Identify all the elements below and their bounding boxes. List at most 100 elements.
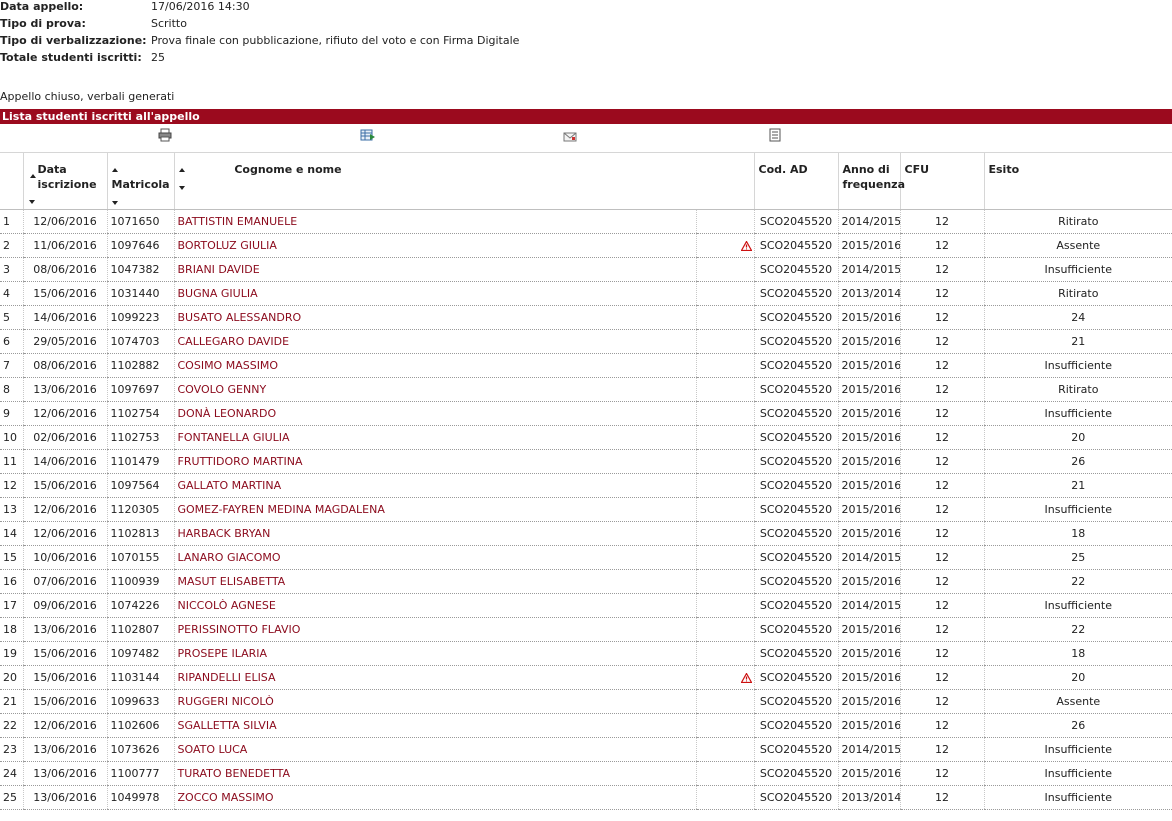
- sort-asc-icon[interactable]: [178, 168, 185, 172]
- student-name-link[interactable]: BATTISTIN EMANUELE: [178, 215, 298, 228]
- cell-esito: 26: [983, 713, 1172, 738]
- cell-warning: [695, 761, 754, 786]
- student-name-link[interactable]: BORTOLUZ GIULIA: [178, 239, 277, 252]
- info-value: Scritto: [151, 17, 187, 30]
- student-name-link[interactable]: NICCOLÒ AGNESE: [178, 599, 276, 612]
- student-name-link[interactable]: SOATO LUCA: [178, 743, 248, 756]
- cell-anno-frequenza: 2014/2015: [837, 257, 900, 282]
- table-row: 17 09/06/2016 1074226 NICCOLÒ AGNESE SCO2045…: [0, 593, 1172, 618]
- student-name-link[interactable]: GOMEZ-FAYREN MEDINA MAGDALENA: [178, 503, 385, 516]
- row-index: 12: [0, 473, 23, 498]
- header-matricola[interactable]: Matricola: [106, 152, 174, 210]
- email-icon[interactable]: [563, 131, 577, 145]
- student-name-link[interactable]: MASUT ELISABETTA: [178, 575, 286, 588]
- warning-icon[interactable]: [740, 241, 752, 251]
- header-label: Matricola: [111, 178, 170, 191]
- cell-matricola: 1074226: [106, 593, 174, 618]
- row-index: 6: [0, 329, 23, 354]
- student-name-link[interactable]: PERISSINOTTO FLAVIO: [178, 623, 301, 636]
- cell-data-iscrizione: 14/06/2016: [22, 449, 107, 474]
- student-name-link[interactable]: DONÀ LEONARDO: [178, 407, 277, 420]
- header-esito: Esito: [983, 152, 1172, 210]
- student-name-link[interactable]: RIPANDELLI ELISA: [178, 671, 276, 684]
- status-text: Appello chiuso, verbali generati: [0, 90, 175, 103]
- printer-icon[interactable]: [158, 128, 172, 142]
- table-row: 6 29/05/2016 1074703 CALLEGARO DAVIDE SCO204…: [0, 329, 1172, 354]
- cell-warning: [695, 473, 754, 498]
- sort-asc-icon[interactable]: [111, 168, 118, 172]
- cell-matricola: 1101479: [106, 449, 174, 474]
- cell-matricola: 1031440: [106, 281, 174, 306]
- document-list-icon[interactable]: [768, 128, 782, 142]
- cell-cognome-nome: COSIMO MASSIMO: [173, 353, 696, 378]
- table-row: 2 11/06/2016 1097646 BORTOLUZ GIULIA SCO2045…: [0, 233, 1172, 258]
- cell-warning: [695, 329, 754, 354]
- cell-cod-ad: SCO2045520: [753, 401, 838, 426]
- cell-matricola: 1070155: [106, 545, 174, 570]
- sort-asc-icon[interactable]: [29, 174, 36, 178]
- cell-cognome-nome: CALLEGARO DAVIDE: [173, 329, 696, 354]
- cell-cfu: 12: [899, 209, 984, 234]
- cell-cod-ad: SCO2045520: [753, 257, 838, 282]
- student-name-link[interactable]: TURATO BENEDETTA: [178, 767, 291, 780]
- cell-esito: 25: [983, 545, 1172, 570]
- sort-desc-icon[interactable]: [28, 200, 35, 204]
- table-row: 15 10/06/2016 1070155 LANARO GIACOMO SCO2045…: [0, 545, 1172, 570]
- cell-esito: Ritirato: [983, 281, 1172, 306]
- student-name-link[interactable]: FRUTTIDORO MARTINA: [178, 455, 303, 468]
- student-name-link[interactable]: PROSEPE ILARIA: [178, 647, 268, 660]
- cell-cod-ad: SCO2045520: [753, 665, 838, 690]
- cell-esito: Assente: [983, 689, 1172, 714]
- student-name-link[interactable]: SGALLETTA SILVIA: [178, 719, 277, 732]
- student-name-link[interactable]: COSIMO MASSIMO: [178, 359, 279, 372]
- cell-cfu: 12: [899, 353, 984, 378]
- warning-icon[interactable]: [740, 673, 752, 683]
- student-name-link[interactable]: BUGNA GIULIA: [178, 287, 258, 300]
- table-row: 24 13/06/2016 1100777 TURATO BENEDETTA SCO20…: [0, 761, 1172, 786]
- student-name-link[interactable]: GALLATO MARTINA: [178, 479, 282, 492]
- row-index: 23: [0, 737, 23, 762]
- cell-anno-frequenza: 2015/2016: [837, 377, 900, 402]
- header-label: Esito: [988, 163, 1020, 176]
- row-index: 8: [0, 377, 23, 402]
- cell-matricola: 1100939: [106, 569, 174, 594]
- cell-cfu: 12: [899, 425, 984, 450]
- cell-anno-frequenza: 2015/2016: [837, 761, 900, 786]
- cell-esito: Insufficiente: [983, 497, 1172, 522]
- student-name-link[interactable]: HARBACK BRYAN: [178, 527, 271, 540]
- student-name-link[interactable]: COVOLO GENNY: [178, 383, 267, 396]
- student-name-link[interactable]: CALLEGARO DAVIDE: [178, 335, 290, 348]
- table-row: 4 15/06/2016 1031440 BUGNA GIULIA SCO2045520…: [0, 281, 1172, 306]
- cell-anno-frequenza: 2015/2016: [837, 425, 900, 450]
- cell-warning: [695, 617, 754, 642]
- cell-matricola: 1097482: [106, 641, 174, 666]
- cell-matricola: 1047382: [106, 257, 174, 282]
- cell-cod-ad: SCO2045520: [753, 569, 838, 594]
- row-index: 4: [0, 281, 23, 306]
- table-header-row: Data iscrizione Matricola Cognome e nome…: [0, 152, 1172, 210]
- student-name-link[interactable]: LANARO GIACOMO: [178, 551, 281, 564]
- table-row: 7 08/06/2016 1102882 COSIMO MASSIMO SCO20455…: [0, 353, 1172, 378]
- student-name-link[interactable]: ZOCCO MASSIMO: [178, 791, 274, 804]
- row-index: 3: [0, 257, 23, 282]
- cell-cfu: 12: [899, 737, 984, 762]
- cell-warning: [695, 353, 754, 378]
- sort-desc-icon[interactable]: [111, 201, 118, 205]
- cell-anno-frequenza: 2015/2016: [837, 617, 900, 642]
- cell-cognome-nome: RIPANDELLI ELISA: [173, 665, 696, 690]
- cell-data-iscrizione: 13/06/2016: [22, 761, 107, 786]
- header-cognome-nome[interactable]: Cognome e nome: [173, 152, 754, 210]
- cell-cod-ad: SCO2045520: [753, 497, 838, 522]
- student-name-link[interactable]: RUGGERI NICOLÒ: [178, 695, 274, 708]
- sort-desc-icon[interactable]: [178, 186, 185, 190]
- cell-anno-frequenza: 2015/2016: [837, 497, 900, 522]
- student-name-link[interactable]: BUSATO ALESSANDRO: [178, 311, 302, 324]
- cell-cfu: 12: [899, 569, 984, 594]
- header-data-iscrizione[interactable]: Data iscrizione: [22, 152, 107, 210]
- student-name-link[interactable]: BRIANI DAVIDE: [178, 263, 260, 276]
- excel-export-icon[interactable]: [360, 128, 375, 142]
- table-row: 9 12/06/2016 1102754 DONÀ LEONARDO SCO204552…: [0, 401, 1172, 426]
- cell-esito: Insufficiente: [983, 785, 1172, 810]
- student-name-link[interactable]: FONTANELLA GIULIA: [178, 431, 290, 444]
- row-index: 2: [0, 233, 23, 258]
